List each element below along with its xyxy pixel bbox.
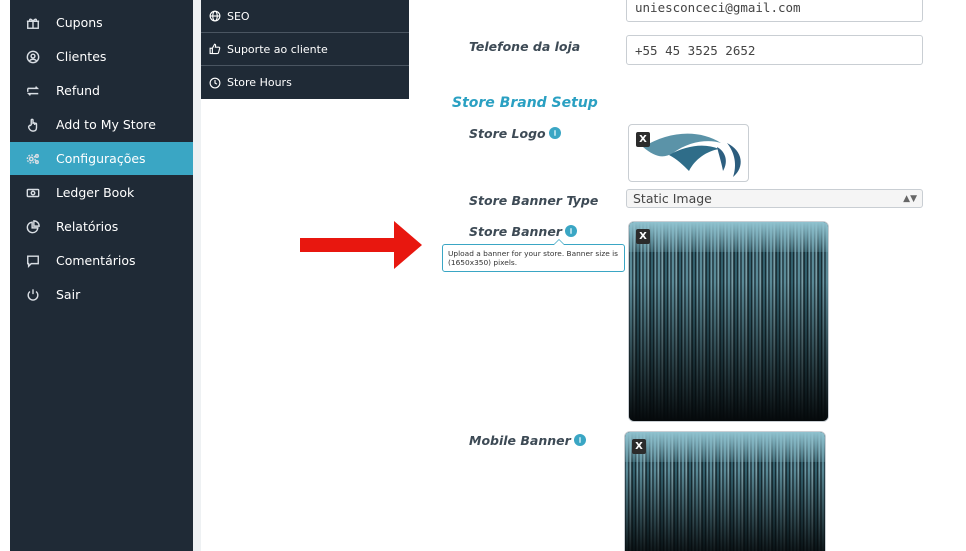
banner-highlight [629, 222, 828, 252]
hand-pointer-icon [10, 118, 56, 132]
remove-mobile-banner-button[interactable]: X [632, 439, 646, 454]
store-logo-label: Store Logo [469, 126, 561, 141]
store-logo-label-text: Store Logo [469, 126, 546, 141]
sidebar-item-comentarios[interactable]: Comentários [10, 244, 193, 277]
sidebar-item-configuracoes[interactable]: Configurações [10, 142, 193, 175]
info-icon[interactable] [564, 225, 577, 237]
sidebar-item-label: Sair [56, 287, 81, 302]
sidebar-item-label: Configurações [56, 151, 146, 166]
submenu-item-seo[interactable]: SEO [201, 0, 409, 33]
sidebar-item-clientes[interactable]: Clientes [10, 40, 193, 73]
annotation-arrow-icon [300, 221, 422, 269]
phone-value: +55 45 3525 2652 [635, 42, 756, 58]
remove-logo-button[interactable]: X [636, 132, 650, 147]
refund-icon [10, 84, 56, 98]
info-icon[interactable] [548, 127, 561, 139]
thumbs-up-icon [203, 43, 227, 55]
sidebar-separator [193, 0, 201, 551]
main-sidebar: Cupons Clientes Refund Add to My Store C… [10, 0, 193, 551]
settings-icon [10, 152, 56, 166]
select-arrows-icon: ▲▼ [903, 193, 917, 204]
sidebar-item-label: Add to My Store [56, 117, 156, 132]
gift-icon [10, 16, 56, 30]
sidebar-item-refund[interactable]: Refund [10, 74, 193, 107]
info-icon[interactable] [573, 434, 586, 446]
pie-chart-icon [10, 219, 56, 234]
sidebar-item-sair[interactable]: Sair [10, 278, 193, 311]
mobile-banner-label: Mobile Banner [469, 433, 586, 448]
sidebar-item-label: Relatórios [56, 219, 119, 234]
store-banner-preview: X [628, 221, 829, 422]
sidebar-item-relatorios[interactable]: Relatórios [10, 210, 193, 243]
sidebar-item-ledger-book[interactable]: Ledger Book [10, 176, 193, 209]
sidebar-item-label: Refund [56, 83, 100, 98]
sidebar-item-label: Clientes [56, 49, 107, 64]
user-circle-icon [10, 50, 56, 64]
mobile-banner-preview: X [624, 431, 826, 551]
sidebar-item-cupons[interactable]: Cupons [10, 6, 193, 39]
store-banner-label: Store Banner [469, 224, 577, 239]
submenu-item-label: SEO [227, 9, 250, 23]
submenu-item-label: Suporte ao cliente [227, 42, 328, 56]
sidebar-item-label: Cupons [56, 15, 103, 30]
banner-type-value: Static Image [633, 191, 712, 206]
settings-submenu: SEO Suporte ao cliente Store Hours [201, 0, 409, 99]
banner-type-select[interactable]: Static Image ▲▼ [626, 189, 923, 208]
submenu-item-store-hours[interactable]: Store Hours [201, 66, 409, 99]
phone-field[interactable]: +55 45 3525 2652 [626, 35, 923, 65]
sidebar-item-label: Ledger Book [56, 185, 135, 200]
mobile-banner-highlight [625, 432, 825, 462]
email-value: uniesconceci@gmail.com [635, 0, 801, 15]
power-icon [10, 288, 56, 302]
sidebar-item-add-to-my-store[interactable]: Add to My Store [10, 108, 193, 141]
globe-icon [203, 10, 227, 22]
submenu-item-suporte[interactable]: Suporte ao cliente [201, 33, 409, 66]
phone-label: Telefone da loja [469, 39, 581, 54]
sidebar-item-label: Comentários [56, 253, 136, 268]
comment-icon [10, 254, 56, 268]
mobile-banner-label-text: Mobile Banner [469, 433, 571, 448]
brand-section-title: Store Brand Setup [452, 95, 598, 111]
remove-banner-button[interactable]: X [636, 229, 650, 244]
banner-tooltip: Upload a banner for your store. Banner s… [442, 239, 625, 272]
clock-icon [203, 77, 227, 89]
store-banner-label-text: Store Banner [469, 224, 562, 239]
email-field[interactable]: uniesconceci@gmail.com [626, 0, 923, 22]
store-logo-preview: X [628, 124, 749, 182]
banner-type-label: Store Banner Type [469, 193, 599, 208]
money-icon [10, 186, 56, 200]
submenu-item-label: Store Hours [227, 76, 292, 89]
